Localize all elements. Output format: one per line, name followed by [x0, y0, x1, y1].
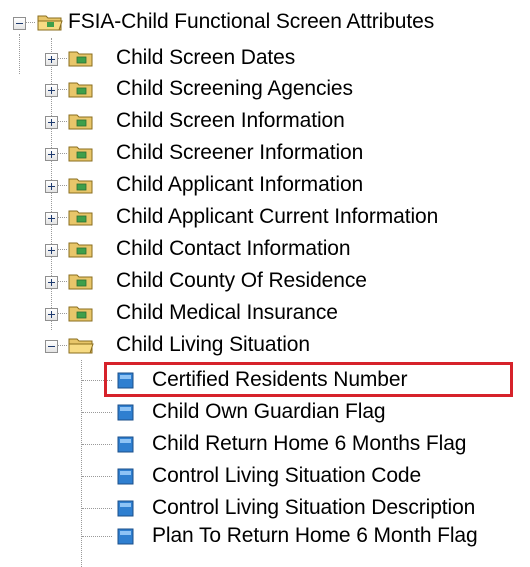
folder-icon [68, 178, 93, 194]
collapse-toggle-icon[interactable] [45, 340, 58, 353]
folder-icon [68, 242, 93, 258]
open-folder-icon [68, 338, 94, 354]
open-folder-icon [37, 15, 63, 31]
expand-toggle-icon[interactable] [45, 276, 58, 289]
tree-leaf-label: Control Living Situation Code [152, 464, 422, 487]
tree-line [57, 121, 67, 122]
tree-folder-label: Child Screening Agencies [116, 77, 353, 100]
tree-folder-label: Child Applicant Current Information [116, 205, 439, 228]
collapse-toggle-icon[interactable] [13, 17, 26, 30]
folder-icon [68, 114, 93, 130]
tree-line [82, 412, 112, 413]
selection-highlight-box [104, 362, 513, 397]
tree-line [57, 185, 67, 186]
folder-icon [68, 210, 93, 226]
attribute-icon [117, 436, 134, 453]
tree-leaf-label: Plan To Return Home 6 Month Flag [152, 524, 478, 547]
tree-line [57, 345, 67, 346]
expand-toggle-icon[interactable] [45, 84, 58, 97]
tree-folder-label: Child Screen Information [116, 109, 345, 132]
expand-toggle-icon[interactable] [45, 212, 58, 225]
tree-line [82, 508, 112, 509]
tree-line [57, 153, 67, 154]
tree-view: FSIA-Child Functional Screen Attributes … [0, 0, 530, 567]
tree-folder-label: Child Contact Information [116, 237, 351, 260]
tree-folder-label: Child Medical Insurance [116, 301, 338, 324]
tree-line [57, 217, 67, 218]
tree-folder-label: Child County Of Residence [116, 269, 367, 292]
attribute-icon [117, 468, 134, 485]
tree-line [19, 34, 20, 74]
tree-folder-label: Child Screen Dates [116, 46, 296, 69]
folder-icon [68, 306, 93, 322]
expand-toggle-icon[interactable] [45, 244, 58, 257]
expand-toggle-icon[interactable] [45, 53, 58, 66]
tree-line [57, 249, 67, 250]
tree-line [82, 444, 112, 445]
expand-toggle-icon[interactable] [45, 180, 58, 193]
tree-line [57, 89, 67, 90]
tree-leaf-label: Child Own Guardian Flag [152, 400, 386, 423]
tree-line [57, 313, 67, 314]
tree-leaf-label: Child Return Home 6 Months Flag [152, 432, 467, 455]
tree-line [57, 281, 67, 282]
expand-toggle-icon[interactable] [45, 148, 58, 161]
folder-icon [68, 51, 93, 67]
attribute-icon [117, 404, 134, 421]
tree-line [25, 22, 35, 23]
attribute-icon [117, 500, 134, 517]
tree-line [57, 58, 67, 59]
expand-toggle-icon[interactable] [45, 308, 58, 321]
tree-folder-label: Child Living Situation [116, 333, 310, 356]
tree-folder-label: Child Applicant Information [116, 173, 364, 196]
tree-line [82, 536, 112, 537]
attribute-icon [117, 528, 134, 545]
folder-icon [68, 274, 93, 290]
tree-root-label: FSIA-Child Functional Screen Attributes [68, 10, 435, 33]
folder-icon [68, 82, 93, 98]
tree-line [82, 476, 112, 477]
folder-icon [68, 146, 93, 162]
tree-folder-label: Child Screener Information [116, 141, 364, 164]
expand-toggle-icon[interactable] [45, 116, 58, 129]
